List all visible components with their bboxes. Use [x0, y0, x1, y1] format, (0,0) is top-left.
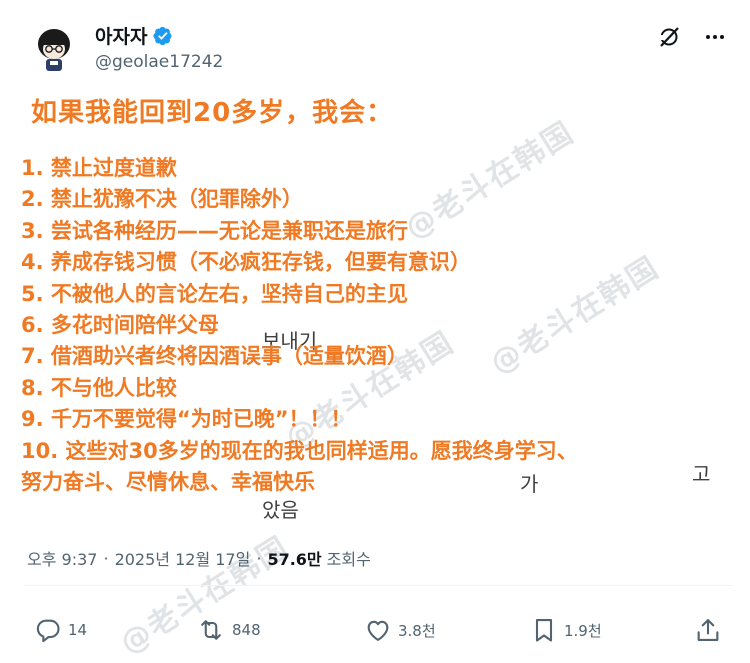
list-item: 6. 多花时间陪伴父母 — [21, 312, 219, 337]
tweet: 아자자 @geolae17242 보내기 가 고 았음 @老斗在韩国 @老斗在韩… — [0, 0, 750, 663]
list-item: 7. 借酒助兴者终将因酒误事（适量饮酒） — [21, 344, 408, 369]
list-item: 4. 养成存钱习惯（不必疯狂存钱，但要有意识） — [21, 250, 471, 275]
post-list: 1. 禁止过度道歉 2. 禁止犹豫不决（犯罪除外） 3. 尝试各种经历——无论是… — [21, 153, 578, 498]
views-label: 조회수 — [326, 550, 371, 569]
list-item: 2. 禁止犹豫不决（犯罪除外） — [21, 187, 303, 212]
reply-count: 14 — [68, 621, 88, 639]
repost-count: 848 — [232, 621, 261, 639]
like-button[interactable]: 3.8천 — [364, 610, 436, 650]
reply-button[interactable]: 14 — [34, 610, 87, 650]
post-date[interactable]: 2025년 12월 17일 — [115, 546, 251, 570]
list-item: 5. 不被他人的言论左右，坚持自己的主见 — [21, 281, 408, 306]
post-meta: 오후 9:37 · 2025년 12월 17일 · 57.6만 조회수 — [27, 546, 371, 570]
post-time[interactable]: 오후 9:37 — [27, 546, 97, 570]
list-item: 1. 禁止过度道歉 — [21, 156, 177, 180]
list-item: 10. 这些对30多岁的现在的我也同样适用。愿我终身学习、 — [21, 438, 578, 463]
heart-icon — [367, 620, 389, 641]
list-item: 9. 千万不要觉得“为时已晚”！！！ — [21, 407, 352, 432]
meta-separator: · — [103, 548, 109, 568]
list-item: 努力奋斗、尽情休息、幸福快乐 — [21, 469, 315, 494]
background-text: 았음 — [262, 498, 299, 522]
repost-button[interactable]: 848 — [196, 610, 261, 650]
background-text: 고 — [692, 462, 711, 486]
bookmark-button[interactable]: 1.9천 — [530, 610, 602, 650]
action-bar: 14 848 3.8천 1.9천 — [0, 610, 750, 650]
list-item: 8. 不与他人比较 — [21, 375, 177, 400]
views-count: 57.6만 — [267, 550, 322, 569]
reply-icon — [36, 619, 60, 643]
list-item: 3. 尝试各种经历——无论是兼职还是旅行 — [21, 218, 408, 243]
share-button[interactable] — [694, 610, 728, 650]
like-count: 3.8천 — [398, 621, 436, 640]
bookmark-icon — [535, 619, 553, 642]
bookmark-count: 1.9천 — [564, 621, 602, 640]
meta-separator: · — [256, 548, 262, 568]
share-icon — [697, 619, 719, 641]
post-content: 보내기 가 고 았음 @老斗在韩国 @老斗在韩国 @老斗在韩国 @老斗在韩国 如… — [0, 0, 750, 661]
repost-icon — [201, 620, 221, 640]
divider — [24, 585, 732, 586]
post-title: 如果我能回到20多岁，我会： — [31, 98, 394, 128]
